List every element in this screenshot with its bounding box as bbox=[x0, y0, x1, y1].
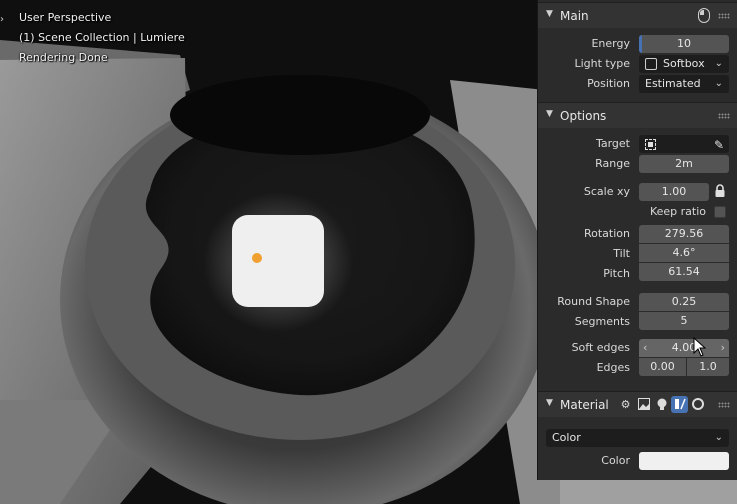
tilt-label: Tilt bbox=[613, 247, 630, 260]
main-section-header[interactable]: ▼ Main bbox=[538, 2, 737, 28]
segments-label: Segments bbox=[574, 315, 630, 328]
render-status-text: Rendering Done bbox=[19, 51, 108, 64]
softbox-light bbox=[232, 215, 324, 307]
tilt-field[interactable]: 4.6° bbox=[639, 244, 729, 262]
scale-xy-field[interactable]: 1.00 bbox=[639, 183, 709, 201]
color-label: Color bbox=[601, 454, 630, 467]
position-value: Estimated bbox=[645, 77, 701, 90]
position-dropdown[interactable]: Estimated ⌄ bbox=[639, 75, 729, 93]
color-mode-value: Color bbox=[552, 431, 581, 444]
viewport-collapse-arrow[interactable]: › bbox=[0, 14, 6, 26]
energy-value: 10 bbox=[677, 37, 691, 50]
range-field[interactable]: 2m bbox=[639, 155, 729, 173]
view-name-text: User Perspective bbox=[19, 11, 112, 24]
edges-field-2[interactable]: 1.0 bbox=[687, 358, 729, 376]
chevron-down-icon: ▼ bbox=[546, 9, 553, 19]
keep-ratio-checkbox[interactable] bbox=[714, 206, 726, 218]
chevron-down-icon: ⌄ bbox=[714, 58, 723, 69]
mouse-icon[interactable] bbox=[698, 8, 710, 23]
softbox-icon bbox=[645, 58, 657, 70]
bulb-icon[interactable] bbox=[653, 396, 670, 413]
target-object-icon bbox=[645, 139, 656, 150]
material-section-title: Material bbox=[560, 398, 609, 412]
rotation-field[interactable]: 279.56 bbox=[639, 225, 729, 243]
light-origin-dot bbox=[252, 253, 262, 263]
collection-text: (1) Scene Collection | Lumiere bbox=[19, 31, 185, 44]
segments-field[interactable]: 5 bbox=[639, 312, 729, 330]
edges-label: Edges bbox=[596, 361, 630, 374]
drag-grip-icon[interactable] bbox=[718, 13, 730, 19]
chevron-left-icon[interactable]: ‹ bbox=[643, 339, 647, 357]
chevron-right-icon[interactable]: › bbox=[721, 339, 725, 357]
soft-edges-field[interactable]: ‹ 4.00 › bbox=[639, 339, 729, 357]
color-swatch[interactable] bbox=[639, 452, 729, 470]
position-label: Position bbox=[587, 77, 630, 90]
material-section-header[interactable]: ▼ Material ⚙ bbox=[538, 391, 737, 417]
energy-slider[interactable]: 10 bbox=[639, 35, 729, 53]
light-type-value: Softbox bbox=[663, 57, 705, 70]
circle-icon[interactable] bbox=[689, 396, 706, 413]
mouse-cursor-icon bbox=[693, 337, 707, 357]
lock-icon[interactable] bbox=[714, 184, 726, 198]
target-field[interactable]: ✎ bbox=[639, 135, 729, 153]
drag-grip-icon[interactable] bbox=[718, 402, 730, 408]
energy-slider-fill bbox=[639, 35, 642, 53]
energy-label: Energy bbox=[591, 37, 630, 50]
image-icon[interactable] bbox=[635, 396, 652, 413]
round-shape-field[interactable]: 0.25 bbox=[639, 293, 729, 311]
options-section-title: Options bbox=[560, 109, 607, 123]
edges-field-1[interactable]: 0.00 bbox=[639, 358, 686, 376]
color-mode-dropdown[interactable]: Color ⌄ bbox=[546, 429, 729, 447]
round-shape-label: Round Shape bbox=[557, 295, 630, 308]
drag-grip-icon[interactable] bbox=[718, 113, 730, 119]
pitch-field[interactable]: 61.54 bbox=[639, 263, 729, 281]
light-type-dropdown[interactable]: Softbox ⌄ bbox=[639, 55, 729, 73]
keep-ratio-label: Keep ratio bbox=[649, 205, 706, 218]
light-type-label: Light type bbox=[574, 57, 630, 70]
chevron-down-icon: ⌄ bbox=[714, 432, 723, 443]
chevron-down-icon: ⌄ bbox=[714, 78, 723, 89]
gradient-icon[interactable] bbox=[671, 396, 688, 413]
options-section-header[interactable]: ▼ Options bbox=[538, 102, 737, 128]
range-label: Range bbox=[595, 157, 630, 170]
lumiere-panel: ▼ Main Energy 10 Light type Softbox ⌄ Po… bbox=[537, 0, 737, 480]
chevron-down-icon: ▼ bbox=[546, 109, 553, 119]
chevron-down-icon: ▼ bbox=[546, 398, 553, 408]
scale-xy-label: Scale xy bbox=[583, 185, 630, 198]
gear-icon[interactable]: ⚙ bbox=[617, 396, 634, 413]
target-label: Target bbox=[595, 137, 630, 150]
main-section-title: Main bbox=[560, 9, 589, 23]
soft-edges-label: Soft edges bbox=[571, 341, 630, 354]
eyedropper-icon[interactable]: ✎ bbox=[714, 136, 724, 154]
rotation-label: Rotation bbox=[583, 227, 630, 240]
pitch-label: Pitch bbox=[603, 267, 630, 280]
